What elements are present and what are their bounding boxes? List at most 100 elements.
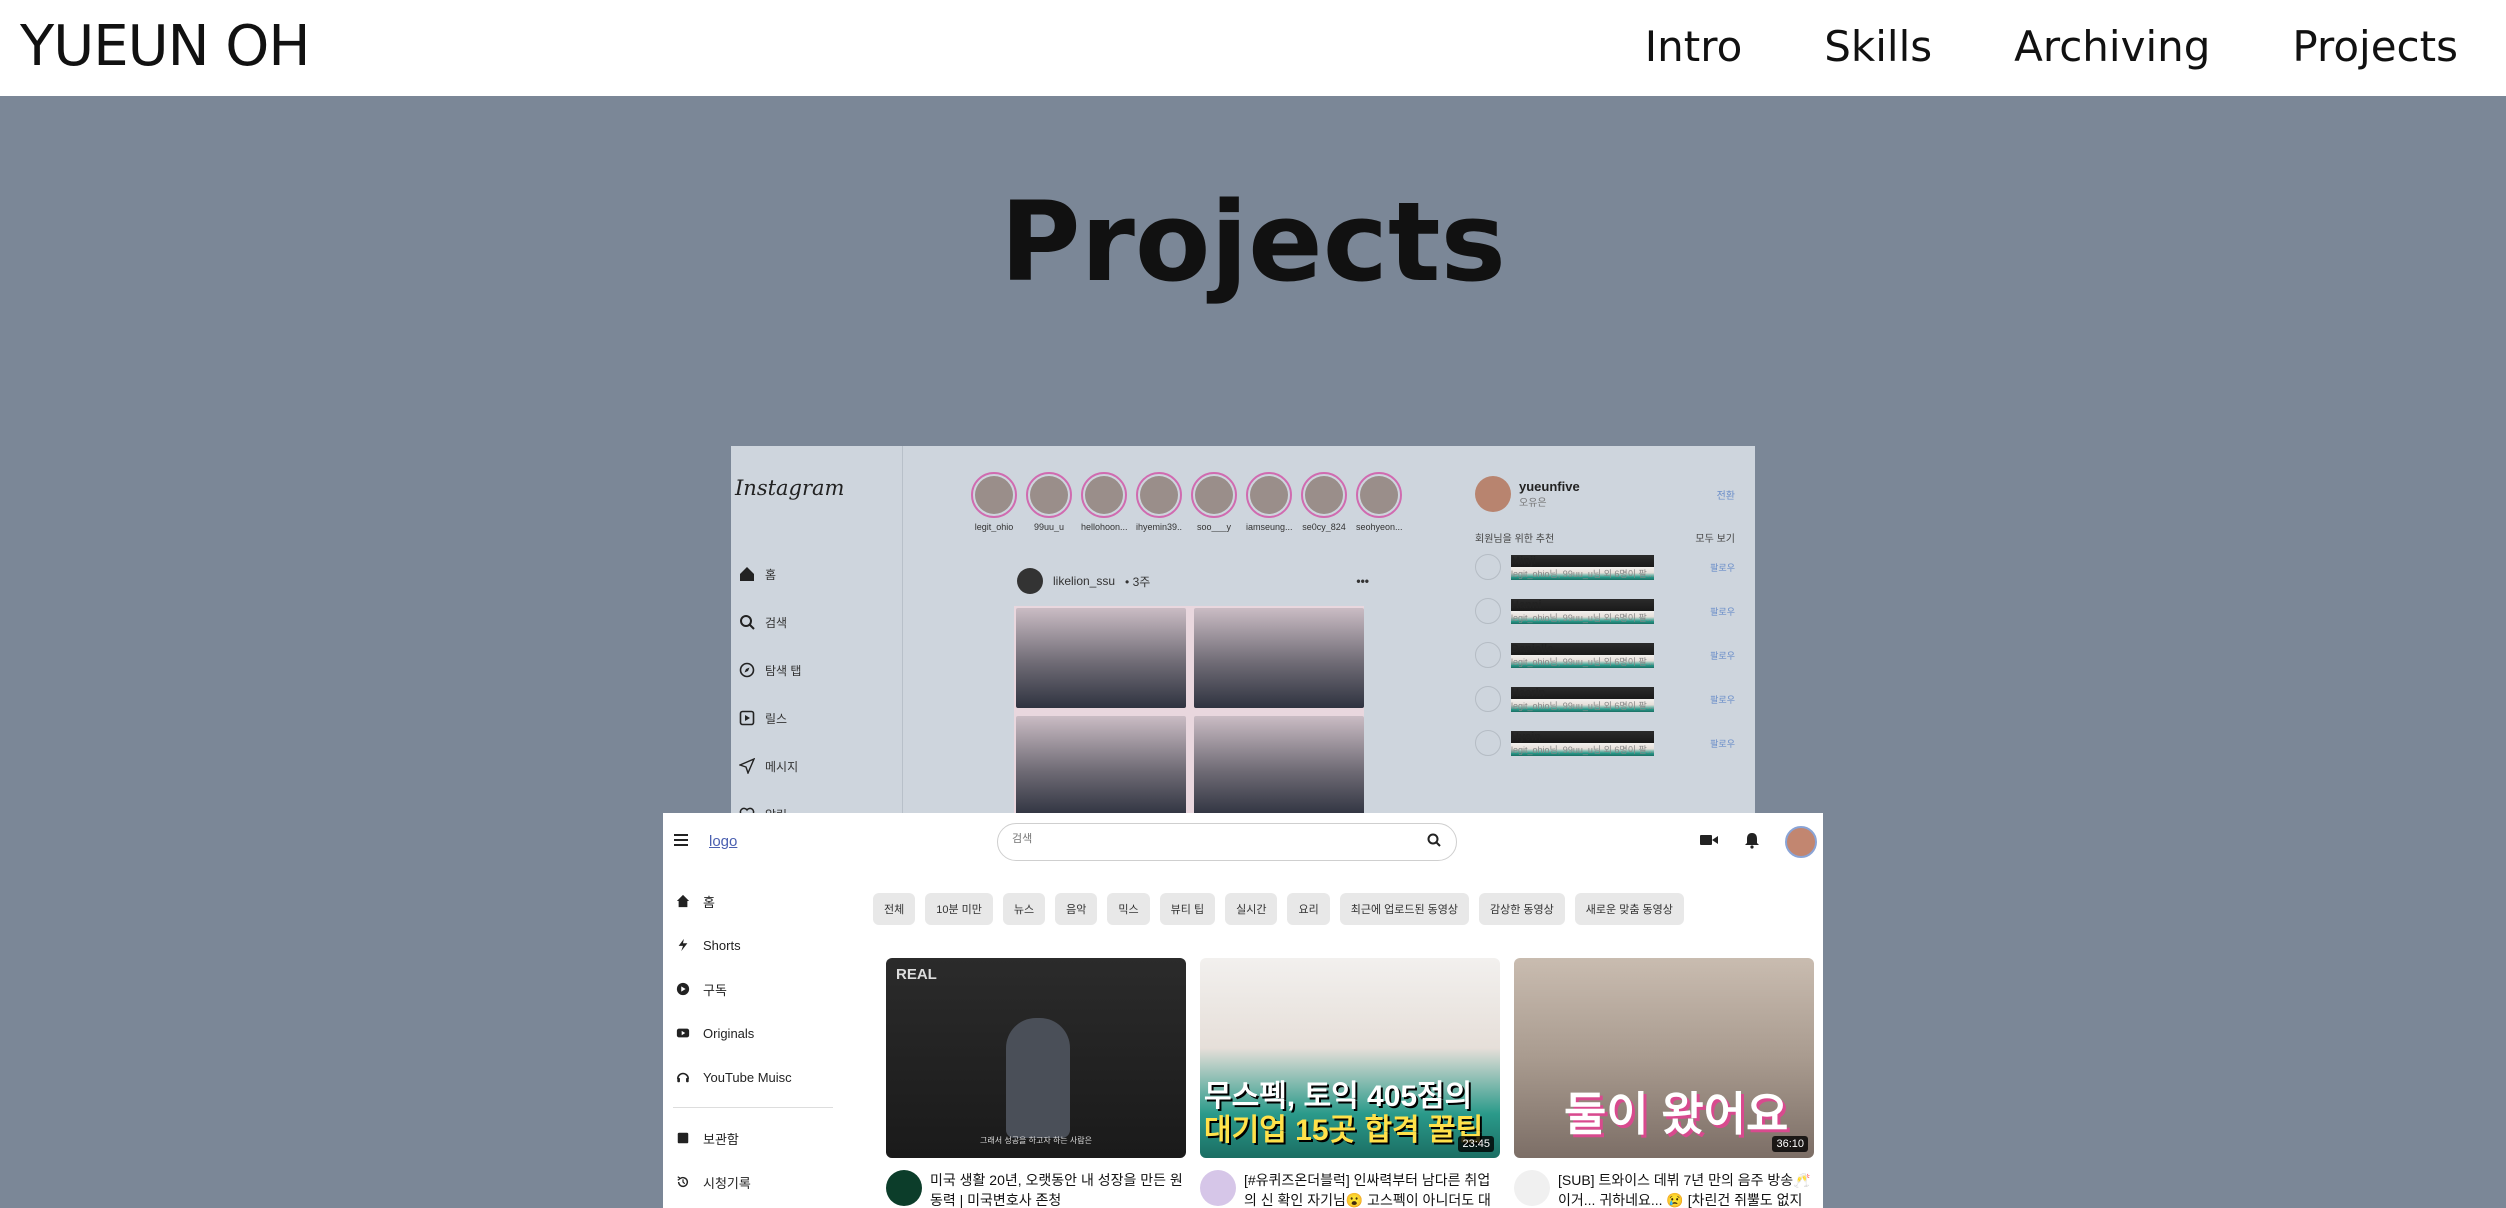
story-avatar	[1136, 472, 1182, 518]
story-item[interactable]: hellohoon...	[1081, 472, 1127, 532]
channel-avatar[interactable]	[1514, 1170, 1550, 1206]
post-username[interactable]: likelion_ssu	[1053, 574, 1115, 588]
ig-menu-label: 메시지	[765, 759, 799, 774]
nav-intro[interactable]: Intro	[1645, 22, 1743, 71]
chip[interactable]: 요리	[1287, 893, 1330, 925]
chip[interactable]: 음악	[1055, 893, 1098, 925]
avatar[interactable]	[1475, 642, 1501, 668]
video-thumbnail[interactable]: 둘이 왔어요 36:10	[1514, 958, 1814, 1158]
avatar[interactable]	[1785, 826, 1817, 858]
chip[interactable]: 전체	[873, 893, 916, 925]
avatar[interactable]	[1475, 598, 1501, 624]
story-name: soo___y	[1196, 522, 1232, 532]
yt-side-history[interactable]: 시청기록	[663, 1160, 843, 1204]
follow-button[interactable]: 팔로우	[1710, 737, 1735, 750]
rec-name[interactable]: Haerin	[1511, 686, 1655, 699]
follow-button[interactable]: 팔로우	[1710, 605, 1735, 618]
story-name: ihyemin39...	[1136, 522, 1182, 532]
rec-name[interactable]: Hanni	[1511, 598, 1655, 611]
ig-menu-search[interactable]: 검색	[737, 598, 801, 646]
avatar[interactable]	[1475, 730, 1501, 756]
video-meta: 미국 생활 20년, 오랫동안 내 성장을 만든 원동력 | 미국변호사 존청	[886, 1170, 1186, 1208]
yt-side-home[interactable]: 홈	[663, 879, 843, 923]
channel-avatar[interactable]	[1200, 1170, 1236, 1206]
follow-button[interactable]: 팔로우	[1710, 561, 1735, 574]
ig-menu-reels[interactable]: 릴스	[737, 694, 801, 742]
rec-name[interactable]: Hyein	[1511, 730, 1655, 743]
nav-archiving[interactable]: Archiving	[2014, 22, 2210, 71]
story-item[interactable]: iamseung...	[1246, 472, 1292, 532]
search-input[interactable]	[1012, 833, 1412, 845]
video-thumbnail[interactable]: REAL 그래서 성공을 하고자 하는 사람은	[886, 958, 1186, 1158]
compass-icon	[737, 660, 757, 680]
headphones-icon	[675, 1069, 691, 1085]
yt-side-label: 구독	[703, 982, 727, 998]
channel-avatar[interactable]	[886, 1170, 922, 1206]
youtube-project-preview[interactable]: logo 홈 Shorts 구독 Originals YouTube Muisc…	[663, 813, 1823, 1208]
bell-icon[interactable]	[1743, 831, 1761, 854]
nav-skills[interactable]: Skills	[1824, 22, 1932, 71]
thumb-line: 무스펙, 토익 405점의	[1204, 1080, 1473, 1113]
ig-menu: 홈 검색 탐색 탭 릴스 메시지 알림	[737, 550, 801, 816]
video-camera-icon[interactable]	[1699, 832, 1719, 853]
nav-projects[interactable]: Projects	[2292, 22, 2458, 71]
yt-side-subscriptions[interactable]: 구독	[663, 967, 843, 1011]
story-name: iamseung...	[1246, 522, 1292, 532]
video-title[interactable]: 미국 생활 20년, 오랫동안 내 성장을 만든 원동력 | 미국변호사 존청	[930, 1170, 1186, 1208]
story-item[interactable]: soo___y	[1191, 472, 1237, 532]
video-card[interactable]: REAL 그래서 성공을 하고자 하는 사람은 미국 생활 20년, 오랫동안 …	[886, 958, 1186, 1208]
rec-name[interactable]: Danielle	[1511, 642, 1655, 655]
instagram-project-preview[interactable]: Instagram 홈 검색 탐색 탭 릴스 메시지 알림 legit_ohio…	[731, 446, 1755, 816]
yt-side-library[interactable]: 보관함	[663, 1116, 843, 1160]
profile-username[interactable]: yueunfive	[1519, 479, 1580, 494]
chip[interactable]: 최근에 업로드된 동영상	[1339, 893, 1470, 925]
yt-side-shorts[interactable]: Shorts	[663, 923, 843, 967]
rec-name[interactable]: Minji	[1511, 554, 1655, 567]
avatar[interactable]	[1475, 554, 1501, 580]
video-card[interactable]: 무스펙, 토익 405점의 대기업 15곳 합격 꿀팁 23:45 [#유퀴즈온…	[1200, 958, 1500, 1208]
chip[interactable]: 믹스	[1107, 893, 1150, 925]
story-item[interactable]: legit_ohio	[971, 472, 1017, 532]
chip[interactable]: 뉴스	[1002, 893, 1046, 925]
ig-menu-explore[interactable]: 탐색 탭	[737, 646, 801, 694]
ig-suggestions: yueunfive 오유은 전환 회원님을 위한 추천 모두 보기 Minji l…	[1475, 476, 1735, 765]
yt-side-music[interactable]: YouTube Muisc	[663, 1055, 843, 1099]
chip[interactable]: 실시간	[1225, 893, 1278, 925]
thumb-tag: REAL	[896, 966, 937, 983]
yt-filter-chips: 전체 10분 미만 뉴스 음악 믹스 뷰티 팁 실시간 요리 최근에 업로드된 …	[873, 893, 1684, 925]
yt-side-label: 보관함	[703, 1131, 739, 1147]
search-icon[interactable]	[1426, 832, 1442, 853]
ig-menu-home[interactable]: 홈	[737, 550, 801, 598]
avatar[interactable]	[1475, 476, 1511, 512]
yt-header: logo	[663, 813, 1823, 873]
video-card[interactable]: 둘이 왔어요 36:10 [SUB] 트와이스 데뷔 7년 만의 음주 방송🥂 …	[1514, 958, 1814, 1208]
section-title: Projects	[999, 178, 1506, 306]
avatar[interactable]	[1017, 568, 1043, 594]
avatar[interactable]	[1475, 686, 1501, 712]
video-title[interactable]: [#유퀴즈온더블럭] 인싸력부터 남다른 취업의 신 확인 자기님😮 고스펙이 …	[1244, 1170, 1500, 1208]
ig-menu-messages[interactable]: 메시지	[737, 742, 801, 790]
yt-side-originals[interactable]: Originals	[663, 1011, 843, 1055]
see-all-link[interactable]: 모두 보기	[1695, 530, 1735, 545]
yt-header-actions	[1699, 826, 1817, 858]
story-item[interactable]: seohyeon...	[1356, 472, 1402, 532]
more-icon[interactable]: •••	[1356, 574, 1369, 588]
brand-name[interactable]: YUEUN OH	[20, 14, 310, 79]
switch-link[interactable]: 전환	[1717, 487, 1735, 502]
rec-title: 회원님을 위한 추천	[1475, 534, 1555, 545]
rec-item: Danielle legit_ohio님, 99uu_u님 외 6명이 팔... 팔…	[1475, 633, 1735, 677]
follow-button[interactable]: 팔로우	[1710, 649, 1735, 662]
story-item[interactable]: 99uu_u	[1026, 472, 1072, 532]
story-item[interactable]: ihyemin39...	[1136, 472, 1182, 532]
story-item[interactable]: se0cy_824	[1301, 472, 1347, 532]
video-thumbnail[interactable]: 무스펙, 토익 405점의 대기업 15곳 합격 꿀팁 23:45	[1200, 958, 1500, 1158]
thumb-text: 무스펙, 토익 405점의 대기업 15곳 합격 꿀팁	[1204, 1080, 1483, 1148]
chip[interactable]: 10분 미만	[925, 893, 993, 925]
menu-icon[interactable]	[673, 831, 689, 854]
yt-logo[interactable]: logo	[709, 833, 737, 850]
follow-button[interactable]: 팔로우	[1710, 693, 1735, 706]
video-title[interactable]: [SUB] 트와이스 데뷔 7년 만의 음주 방송🥂 이거... 귀하네요...…	[1558, 1170, 1814, 1208]
chip[interactable]: 뷰티 팁	[1159, 893, 1216, 925]
chip[interactable]: 감상한 동영상	[1479, 893, 1565, 925]
chip[interactable]: 새로운 맞춤 동영상	[1574, 893, 1684, 925]
